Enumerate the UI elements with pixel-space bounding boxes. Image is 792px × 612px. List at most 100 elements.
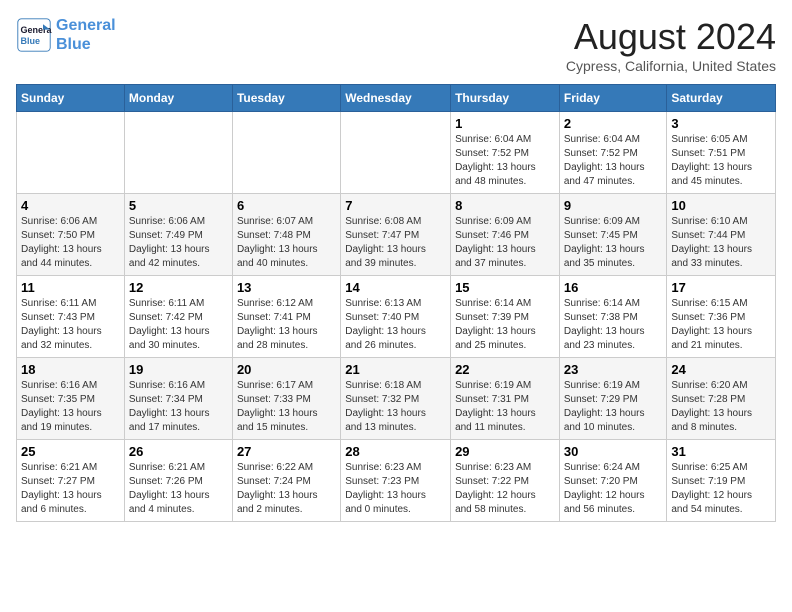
day-info: Sunrise: 6:09 AMSunset: 7:45 PMDaylight:…: [564, 215, 663, 271]
day-info: Sunrise: 6:20 AMSunset: 7:28 PMDaylight:…: [671, 379, 771, 435]
calendar-cell: 19 Sunrise: 6:16 AMSunset: 7:34 PMDayligh…: [124, 358, 232, 440]
calendar-cell: 23Sunrise: 6:19 AMSunset: 7:29 PMDayligh…: [559, 358, 667, 440]
calendar-cell: 29Sunrise: 6:23 AMSunset: 7:22 PMDayligh…: [451, 440, 560, 522]
day-info: Sunrise: 6:07 AMSunset: 7:48 PMDaylight:…: [237, 215, 336, 271]
location: Cypress, California, United States: [566, 58, 776, 74]
day-number: 29: [455, 444, 555, 459]
day-info: Sunrise: 6:06 AMSunset: 7:49 PMDaylight:…: [129, 215, 228, 271]
day-number: 25: [21, 444, 120, 459]
weekday-header-saturday: Saturday: [667, 85, 776, 112]
day-number: 18: [21, 362, 120, 377]
day-info: Sunrise: 6:25 AMSunset: 7:19 PMDaylight:…: [671, 461, 771, 517]
day-info: Sunrise: 6:05 AMSunset: 7:51 PMDaylight:…: [671, 133, 771, 189]
calendar-cell: 11 Sunrise: 6:11 AMSunset: 7:43 PMDayligh…: [17, 276, 125, 358]
day-number: 26: [129, 444, 228, 459]
day-info: Sunrise: 6:11 AMSunset: 7:42 PMDaylight:…: [129, 297, 228, 353]
logo-icon: General Blue: [16, 17, 52, 53]
calendar-cell: 8 Sunrise: 6:09 AMSunset: 7:46 PMDaylight…: [451, 194, 560, 276]
calendar-cell: [17, 112, 125, 194]
calendar-cell: 24 Sunrise: 6:20 AMSunset: 7:28 PMDayligh…: [667, 358, 776, 440]
day-number: 21: [345, 362, 446, 377]
weekday-header-friday: Friday: [559, 85, 667, 112]
day-number: 15: [455, 280, 555, 295]
svg-text:Blue: Blue: [21, 36, 41, 46]
day-number: 7: [345, 198, 446, 213]
day-number: 10: [671, 198, 771, 213]
day-number: 28: [345, 444, 446, 459]
day-number: 30: [564, 444, 663, 459]
day-number: 2: [564, 116, 663, 131]
calendar-cell: 21Sunrise: 6:18 AMSunset: 7:32 PMDayligh…: [341, 358, 451, 440]
calendar-cell: 3 Sunrise: 6:05 AMSunset: 7:51 PMDaylight…: [667, 112, 776, 194]
calendar-cell: 27 Sunrise: 6:22 AMSunset: 7:24 PMDayligh…: [232, 440, 340, 522]
day-number: 14: [345, 280, 446, 295]
day-number: 6: [237, 198, 336, 213]
calendar-cell: 5 Sunrise: 6:06 AMSunset: 7:49 PMDaylight…: [124, 194, 232, 276]
weekday-header-tuesday: Tuesday: [232, 85, 340, 112]
day-info: Sunrise: 6:11 AMSunset: 7:43 PMDaylight:…: [21, 297, 120, 353]
day-number: 16: [564, 280, 663, 295]
day-number: 23: [564, 362, 663, 377]
day-info: Sunrise: 6:10 AMSunset: 7:44 PMDaylight:…: [671, 215, 771, 271]
weekday-header-thursday: Thursday: [451, 85, 560, 112]
day-info: Sunrise: 6:19 AMSunset: 7:31 PMDaylight:…: [455, 379, 555, 435]
calendar-cell: 12 Sunrise: 6:11 AMSunset: 7:42 PMDayligh…: [124, 276, 232, 358]
day-number: 5: [129, 198, 228, 213]
day-info: Sunrise: 6:14 AMSunset: 7:39 PMDaylight:…: [455, 297, 555, 353]
day-number: 9: [564, 198, 663, 213]
day-number: 24: [671, 362, 771, 377]
day-number: 4: [21, 198, 120, 213]
day-number: 27: [237, 444, 336, 459]
day-info: Sunrise: 6:23 AMSunset: 7:23 PMDaylight:…: [345, 461, 446, 517]
day-info: Sunrise: 6:14 AMSunset: 7:38 PMDaylight:…: [564, 297, 663, 353]
day-number: 31: [671, 444, 771, 459]
svg-text:General: General: [21, 25, 53, 35]
day-info: Sunrise: 6:09 AMSunset: 7:46 PMDaylight:…: [455, 215, 555, 271]
day-info: Sunrise: 6:13 AMSunset: 7:40 PMDaylight:…: [345, 297, 446, 353]
calendar-cell: 20Sunrise: 6:17 AMSunset: 7:33 PMDayligh…: [232, 358, 340, 440]
calendar-cell: 15 Sunrise: 6:14 AMSunset: 7:39 PMDayligh…: [451, 276, 560, 358]
day-info: Sunrise: 6:21 AMSunset: 7:26 PMDaylight:…: [129, 461, 228, 517]
calendar-cell: 16 Sunrise: 6:14 AMSunset: 7:38 PMDayligh…: [559, 276, 667, 358]
day-number: 3: [671, 116, 771, 131]
day-number: 17: [671, 280, 771, 295]
calendar-cell: 18 Sunrise: 6:16 AMSunset: 7:35 PMDayligh…: [17, 358, 125, 440]
calendar-cell: [341, 112, 451, 194]
calendar-cell: [232, 112, 340, 194]
calendar-cell: 6 Sunrise: 6:07 AMSunset: 7:48 PMDaylight…: [232, 194, 340, 276]
calendar-cell: 26 Sunrise: 6:21 AMSunset: 7:26 PMDayligh…: [124, 440, 232, 522]
day-info: Sunrise: 6:24 AMSunset: 7:20 PMDaylight:…: [564, 461, 663, 517]
day-number: 19: [129, 362, 228, 377]
calendar-cell: 9 Sunrise: 6:09 AMSunset: 7:45 PMDaylight…: [559, 194, 667, 276]
weekday-header-monday: Monday: [124, 85, 232, 112]
calendar-cell: [124, 112, 232, 194]
day-number: 12: [129, 280, 228, 295]
day-number: 13: [237, 280, 336, 295]
day-info: Sunrise: 6:06 AMSunset: 7:50 PMDaylight:…: [21, 215, 120, 271]
calendar-cell: 7 Sunrise: 6:08 AMSunset: 7:47 PMDaylight…: [341, 194, 451, 276]
day-number: 22: [455, 362, 555, 377]
day-info: Sunrise: 6:12 AMSunset: 7:41 PMDaylight:…: [237, 297, 336, 353]
day-info: Sunrise: 6:08 AMSunset: 7:47 PMDaylight:…: [345, 215, 446, 271]
day-info: Sunrise: 6:04 AMSunset: 7:52 PMDaylight:…: [564, 133, 663, 189]
logo-text: General Blue: [56, 16, 116, 54]
day-number: 11: [21, 280, 120, 295]
calendar-cell: 17 Sunrise: 6:15 AMSunset: 7:36 PMDayligh…: [667, 276, 776, 358]
calendar-cell: 4 Sunrise: 6:06 AMSunset: 7:50 PMDaylight…: [17, 194, 125, 276]
calendar-table: SundayMondayTuesdayWednesdayThursdayFrid…: [16, 84, 776, 522]
weekday-header-wednesday: Wednesday: [341, 85, 451, 112]
calendar-cell: 10 Sunrise: 6:10 AMSunset: 7:44 PMDayligh…: [667, 194, 776, 276]
day-info: Sunrise: 6:22 AMSunset: 7:24 PMDaylight:…: [237, 461, 336, 517]
calendar-cell: 13 Sunrise: 6:12 AMSunset: 7:41 PMDayligh…: [232, 276, 340, 358]
calendar-cell: 25Sunrise: 6:21 AMSunset: 7:27 PMDayligh…: [17, 440, 125, 522]
calendar-cell: 2 Sunrise: 6:04 AMSunset: 7:52 PMDaylight…: [559, 112, 667, 194]
day-info: Sunrise: 6:16 AMSunset: 7:34 PMDaylight:…: [129, 379, 228, 435]
calendar-cell: 1Sunrise: 6:04 AMSunset: 7:52 PMDaylight…: [451, 112, 560, 194]
day-info: Sunrise: 6:15 AMSunset: 7:36 PMDaylight:…: [671, 297, 771, 353]
calendar-cell: 31 Sunrise: 6:25 AMSunset: 7:19 PMDayligh…: [667, 440, 776, 522]
day-number: 8: [455, 198, 555, 213]
calendar-cell: 28 Sunrise: 6:23 AMSunset: 7:23 PMDayligh…: [341, 440, 451, 522]
day-info: Sunrise: 6:17 AMSunset: 7:33 PMDaylight:…: [237, 379, 336, 435]
day-info: Sunrise: 6:16 AMSunset: 7:35 PMDaylight:…: [21, 379, 120, 435]
page-header: General Blue General Blue August 2024 Cy…: [16, 16, 776, 74]
